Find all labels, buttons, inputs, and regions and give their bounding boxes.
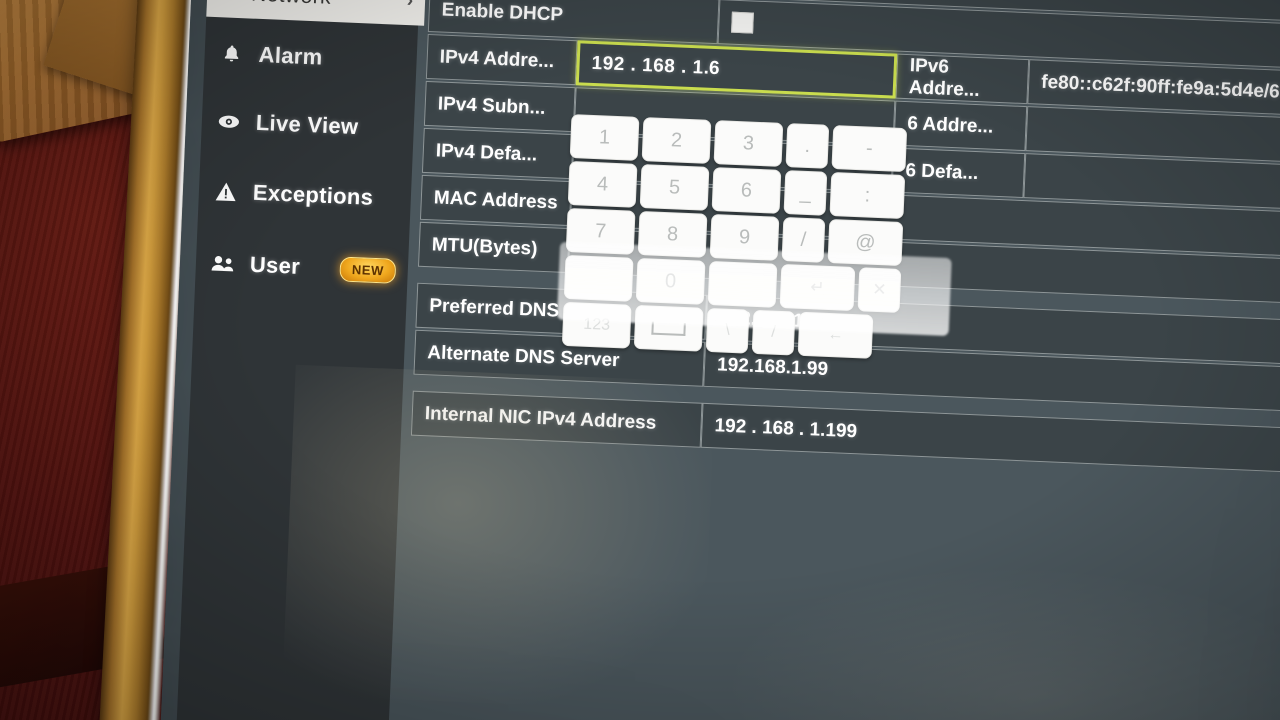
sidebar-item-exceptions-label: Exceptions [252,179,374,210]
row-label-ipv4-subnet: IPv4 Subn... [423,80,576,133]
sidebar-item-live-view[interactable]: Live View [201,95,421,156]
key-space[interactable] [633,304,704,352]
key-blank-left[interactable] [563,254,634,302]
key-6[interactable]: 6 [711,167,782,214]
key-underscore[interactable]: _ [783,170,828,216]
status-badge-new: NEW [339,256,397,284]
row-label-ipv6-address: IPv6 Addre... [895,53,1030,105]
sidebar-item-user[interactable]: User NEW [195,236,415,297]
screen-glare-bottom [717,553,1280,720]
key-blank-right[interactable] [707,260,778,308]
enable-dhcp-checkbox[interactable] [731,11,754,34]
sidebar-item-network-label: Network [251,0,408,13]
row-label-ipv4-address: IPv4 Addre... [425,33,578,86]
key-0[interactable]: 0 [635,257,706,305]
ipv4-address-value: 192 . 168 . 1 [591,52,705,79]
key-enter[interactable]: ↵ [779,263,856,312]
key-9[interactable]: 9 [709,213,780,261]
key-7[interactable]: 7 [565,207,636,255]
network-icon [219,0,240,1]
key-mode-toggle[interactable]: 123 [561,301,632,349]
key-backspace[interactable]: ← [797,311,874,359]
key-8[interactable]: 8 [637,210,708,258]
sidebar-item-alarm-label: Alarm [258,41,324,70]
key-1[interactable]: 1 [569,114,640,161]
key-4[interactable]: 4 [567,161,638,208]
bell-icon [218,40,245,67]
spacebar-icon [651,321,686,336]
sidebar-item-live-view-label: Live View [255,109,359,140]
key-5[interactable]: 5 [639,164,710,211]
internal-nic-ipv4-value-tail: .199 [819,419,858,442]
warning-triangle-icon [212,178,239,205]
sidebar-item-user-label: User [249,251,301,279]
internal-nic-ipv4-value: 192 . 168 . 1 [714,414,821,441]
sidebar-item-exceptions[interactable]: Exceptions [198,165,418,226]
key-period[interactable]: . [785,123,830,169]
ipv4-address-value-tail: .6 [703,57,721,79]
key-backslash[interactable]: \ [705,307,750,354]
monitor-screen: Network › Alarm Live View Exceptions [159,0,1280,720]
key-2[interactable]: 2 [641,117,712,164]
key-at[interactable]: @ [827,218,904,267]
sidebar-item-alarm[interactable]: Alarm [204,27,424,88]
virtual-keyboard[interactable]: 1 2 3 . - 4 5 6 _ : 7 8 9 / @ 0 ↵ ✕ 123 … [556,114,952,365]
row-label-mac-address: MAC Address [419,174,572,227]
key-slash-2[interactable]: / [751,309,796,356]
users-icon [209,250,236,277]
key-slash[interactable]: / [781,217,826,263]
key-hyphen[interactable]: - [831,125,908,173]
key-close-icon[interactable]: ✕ [857,267,902,313]
row-label-mtu: MTU(Bytes) [417,221,570,274]
chevron-right-icon: › [406,0,414,12]
eye-icon [215,108,242,135]
key-colon[interactable]: : [829,171,906,220]
key-3[interactable]: 3 [713,120,784,167]
photo-scene: Network › Alarm Live View Exceptions [0,0,1280,720]
row-label-ipv4-default-gateway: IPv4 Defa... [421,127,574,180]
